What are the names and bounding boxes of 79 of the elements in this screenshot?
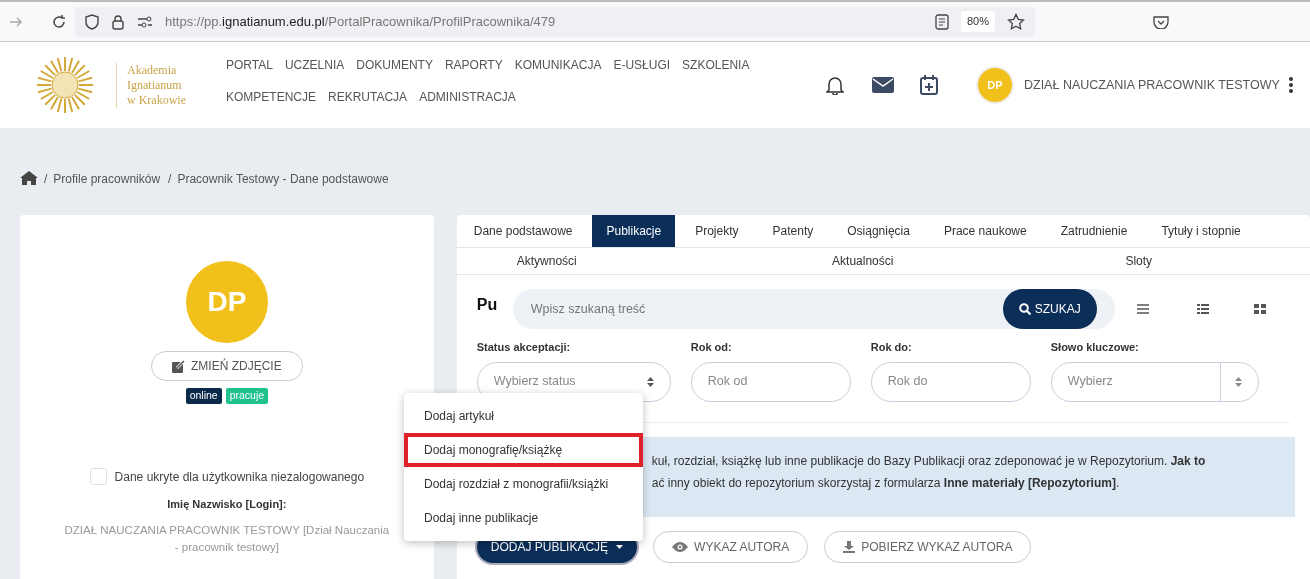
field-placeholder: Rok do	[887, 373, 929, 391]
sort-caret-icon	[1234, 376, 1242, 387]
nav-link[interactable]: UCZELNIA	[284, 56, 345, 74]
section-title: Pu	[476, 295, 499, 315]
calendar-plus-icon[interactable]	[920, 75, 938, 95]
eye-icon	[672, 541, 689, 552]
detail-list-view-icon[interactable]	[1196, 304, 1209, 314]
shield-icon[interactable]	[85, 13, 99, 30]
pocket-icon[interactable]	[1153, 14, 1169, 29]
tab[interactable]: Zatrudnienie	[1046, 215, 1142, 247]
caret-icon	[616, 544, 624, 549]
nav-link[interactable]: E-USŁUGI	[613, 56, 671, 74]
tab[interactable]: Osiągnięcia	[833, 215, 924, 247]
user-name[interactable]: DZIAŁ NAUCZANIA PRACOWNIK TESTOWY	[1024, 75, 1280, 95]
breadcrumb-separator: /	[44, 171, 48, 188]
change-photo-button[interactable]: ZMIEŃ ZDJĘCIE	[150, 351, 303, 381]
input-field[interactable]: Rok do	[870, 361, 1031, 402]
author-list-button[interactable]: WYKAZ AUTORA	[653, 530, 809, 563]
nav-link[interactable]: DOKUMENTY	[356, 56, 433, 74]
url-text[interactable]: https://pp.ignatianum.edu.pl/PortalPracownika/ProfilPracownika/479	[165, 11, 556, 32]
list-view-icon[interactable]	[1136, 304, 1149, 314]
sort-caret-icon	[646, 376, 654, 387]
nav-link[interactable]: PORTAL	[226, 56, 273, 74]
breadcrumb-link[interactable]: Profile pracowników	[53, 170, 161, 188]
filter-label: Rok od:	[690, 340, 733, 355]
breadcrumb-separator: /	[168, 171, 172, 188]
info-text: ać inny obiekt do repozytorium skorzystaj z formularza Inne materiały [Repozytorium].	[651, 474, 1121, 492]
breadcrumb-link[interactable]: Pracownik Testowy - Dane podstawowe	[177, 170, 389, 188]
tab[interactable]: Projekty	[681, 215, 753, 247]
status-tag: pracuje	[225, 388, 269, 404]
hidden-data-checkbox[interactable]	[89, 468, 107, 486]
search-icon	[1018, 303, 1031, 315]
field-placeholder: Wybierz status	[493, 373, 577, 391]
reader-view-icon[interactable]	[934, 13, 949, 30]
nav-link[interactable]: KOMUNIKACJA	[514, 56, 602, 74]
filter-label: Status akceptacji:	[476, 340, 572, 355]
tab[interactable]: Tytuły i stopnie	[1147, 215, 1255, 247]
nav-link[interactable]: KOMPETENCJE	[226, 88, 316, 106]
grid-view-icon[interactable]	[1253, 304, 1266, 314]
nav-link[interactable]: SZKOLENIA	[682, 56, 750, 74]
nav-link[interactable]: ADMINISTRACJA	[419, 88, 516, 106]
field-placeholder: Rok od	[707, 373, 749, 391]
tab[interactable]: Patenty	[758, 215, 828, 247]
kebab-menu-icon[interactable]	[1288, 76, 1293, 94]
select-field[interactable]: Wybierz	[1050, 361, 1259, 402]
tab[interactable]: Publikacje	[592, 215, 676, 247]
menu-item[interactable]: Dodaj artykuł	[404, 399, 643, 433]
lock-icon[interactable]	[111, 13, 125, 30]
zoom-level[interactable]: 80%	[960, 11, 995, 32]
search-button[interactable]: SZUKAJ	[1002, 289, 1097, 329]
download-author-list-button[interactable]: POBIERZ WYKAZ AUTORA	[824, 530, 1032, 563]
tab[interactable]: Dane podstawowe	[459, 215, 587, 247]
profile-avatar: DP	[185, 261, 268, 343]
nav-link[interactable]: REKRUTACJA	[328, 88, 408, 106]
tab[interactable]: Aktywności	[502, 248, 591, 274]
field-placeholder: Wybierz	[1067, 373, 1114, 391]
tab[interactable]: Aktualności	[818, 248, 908, 274]
edit-icon	[172, 359, 185, 373]
checkbox-label: Dane ukryte dla użytkownika niezalogowanego	[114, 468, 365, 486]
bell-icon[interactable]	[826, 75, 844, 95]
status-tag: online	[185, 388, 222, 404]
home-icon[interactable]	[20, 170, 38, 185]
envelope-icon[interactable]	[872, 77, 894, 93]
tab[interactable]: Sloty	[1111, 248, 1167, 274]
info-text: kuł, rozdział, książkę lub inne publikacje do Bazy Publikacji oraz zdeponować je w Repozytorium. Jak to	[651, 452, 1207, 470]
permissions-icon[interactable]	[137, 15, 153, 28]
star-icon[interactable]	[1007, 12, 1025, 31]
nav-link[interactable]: RAPORTY	[444, 56, 503, 74]
input-field[interactable]: Rok od	[690, 361, 851, 402]
download-icon	[843, 540, 856, 553]
filter-label: Słowo kluczowe:	[1050, 340, 1140, 355]
tab[interactable]: Prace naukowe	[929, 215, 1041, 247]
login-label: Imię Nazwisko [Login]:	[167, 496, 287, 512]
login-value: DZIAŁ NAUCZANIA PRACOWNIK TESTOWY [Dział Nauczania - pracownik testowy]	[63, 523, 391, 556]
menu-item[interactable]: Dodaj monografię/książkę	[404, 433, 643, 467]
reload-icon[interactable]	[51, 13, 67, 30]
filter-label: Rok do:	[870, 340, 913, 355]
menu-item[interactable]: Dodaj rozdział z monografii/książki	[404, 467, 643, 501]
logo-text: Akademia Ignatianum w Krakowie	[116, 62, 186, 108]
